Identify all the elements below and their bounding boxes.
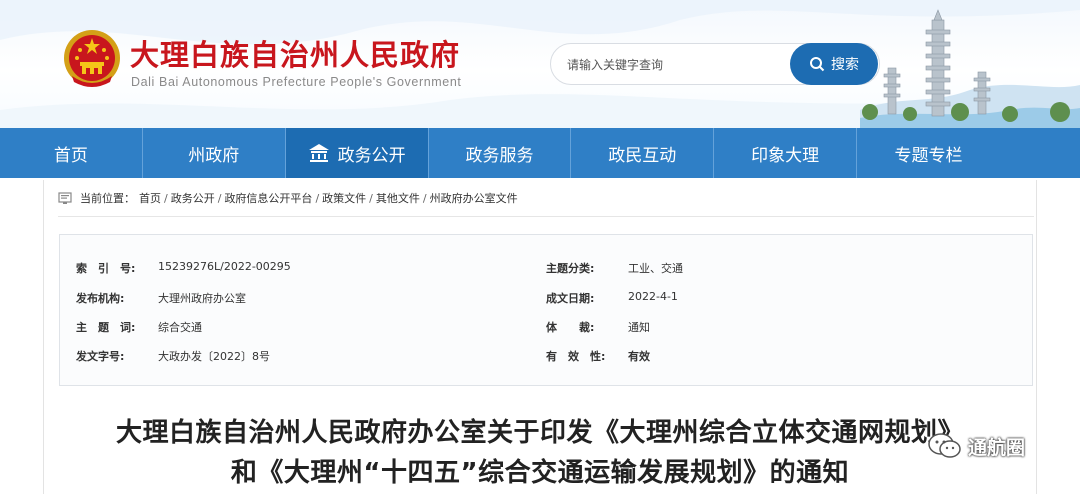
breadcrumb-separator: / (315, 191, 320, 205)
search-icon (810, 57, 825, 72)
info-key: 发文字号: (76, 350, 125, 363)
breadcrumb-item-other-docs[interactable]: 其他文件 (376, 190, 420, 206)
nav-item-label: 专题专栏 (894, 145, 963, 166)
info-key: 体 裁: (546, 321, 595, 334)
info-subject-words: 主 题 词: 综合交通 (76, 319, 202, 335)
breadcrumb-item-government-affairs[interactable]: 政务公开 (171, 190, 215, 206)
breadcrumb-item-home[interactable]: 首页 (139, 190, 161, 206)
search-button-label: 搜索 (831, 57, 859, 73)
info-key: 成文日期: (546, 292, 595, 305)
info-category: 主题分类: 工业、交通 (546, 260, 683, 276)
info-key: 发布机构: (76, 292, 125, 305)
breadcrumb-separator: / (217, 191, 222, 205)
info-key: 主题分类: (546, 262, 595, 275)
nav-item-label: 政务公开 (337, 145, 406, 166)
wechat-icon (928, 433, 961, 458)
breadcrumb-separator: / (369, 191, 373, 205)
info-key: 主 题 词: (76, 321, 136, 334)
info-value: 有效 (628, 350, 650, 363)
breadcrumb-item-office-docs[interactable]: 州政府办公室文件 (430, 190, 518, 206)
info-genre: 体 裁: 通知 (546, 319, 650, 335)
nav-item-label: 政务服务 (465, 145, 534, 166)
document-info-table: 索 引 号: 15239276L/2022-00295 发布机构: 大理州政府办… (59, 234, 1033, 386)
info-publisher: 发布机构: 大理州政府办公室 (76, 290, 246, 306)
nav-item-label: 州政府 (188, 145, 240, 166)
search-input[interactable] (567, 54, 787, 76)
site-title: 大理白族自治州人民政府 (130, 38, 461, 72)
info-document-number: 发文字号: 大政办发〔2022〕8号 (76, 348, 270, 364)
info-key: 索 引 号: (76, 262, 136, 275)
nav-item-impression-dali[interactable]: 印象大理 (714, 128, 858, 178)
location-icon (58, 192, 72, 204)
breadcrumb: 当前位置： 首页 / 政务公开 / 政府信息公开平台 / 政策文件 / 其他文件… (58, 190, 518, 206)
document-title-line-2: 和《大理州“十四五”综合交通运输发展规划》的通知 (230, 458, 850, 488)
info-value: 大政办发〔2022〕8号 (158, 350, 270, 363)
pagoda-illustration (860, 9, 1080, 128)
nav-item-special-topics[interactable]: 专题专栏 (857, 128, 1000, 178)
info-value: 15239276L/2022-00295 (158, 260, 291, 273)
breadcrumb-item-info-platform[interactable]: 政府信息公开平台 (224, 190, 312, 206)
national-emblem-icon (64, 30, 120, 87)
nav-item-label: 首页 (53, 145, 88, 166)
breadcrumb-separator: / (164, 191, 168, 205)
info-index: 索 引 号: 15239276L/2022-00295 (76, 260, 291, 276)
breadcrumb-item-policy-docs[interactable]: 政策文件 (322, 190, 366, 206)
info-value: 2022-4-1 (628, 290, 678, 303)
info-value: 工业、交通 (628, 262, 683, 275)
nav-item-government-affairs-disclosure[interactable]: 政务公开 (285, 128, 429, 178)
main-nav: 首页 州政府 政务公开 政务服务 政民互动 印象大理 专题专栏 (0, 128, 1080, 178)
document-title-line-1: 大理白族自治州人民政府办公室关于印发《大理州综合立体交通网规划》 (115, 418, 964, 448)
nav-item-home[interactable]: 首页 (0, 128, 143, 178)
breadcrumb-separator: / (422, 191, 427, 205)
breadcrumb-divider (58, 216, 1034, 217)
government-building-icon (308, 144, 329, 162)
info-value: 通知 (628, 321, 650, 334)
info-date: 成文日期: 2022-4-1 (546, 290, 678, 306)
info-validity: 有 效 性: 有效 (546, 348, 650, 364)
site-subtitle: Dali Bai Autonomous Prefecture People's … (131, 75, 462, 89)
site-header: 大理白族自治州人民政府 Dali Bai Autonomous Prefectu… (0, 0, 1080, 128)
info-key: 有 效 性: (546, 350, 606, 363)
nav-item-government-services[interactable]: 政务服务 (429, 128, 572, 178)
nav-item-prefecture-government[interactable]: 州政府 (143, 128, 286, 178)
info-value: 综合交通 (158, 321, 202, 334)
breadcrumb-prefix: 当前位置： (80, 192, 135, 205)
watermark-text: 通航圈 (968, 436, 1026, 459)
nav-item-label: 印象大理 (751, 145, 820, 166)
info-value: 大理州政府办公室 (158, 292, 246, 305)
nav-item-label: 政民互动 (608, 145, 677, 166)
nav-item-public-interaction[interactable]: 政民互动 (571, 128, 715, 178)
watermark: 通航圈 (928, 428, 1025, 464)
